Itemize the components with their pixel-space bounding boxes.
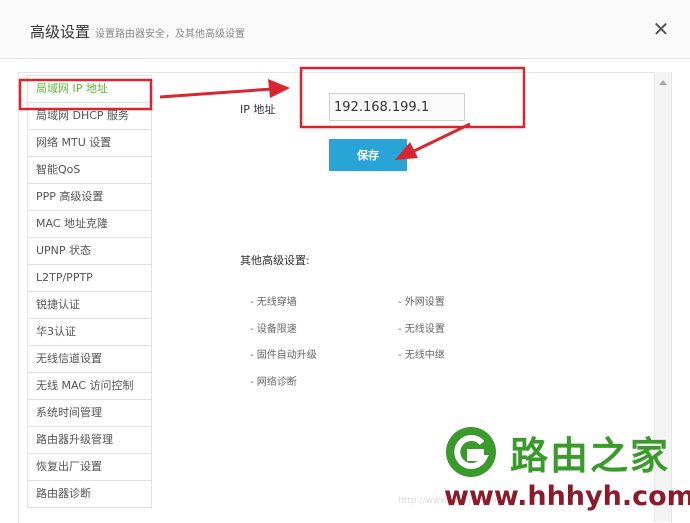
link-wireless-settings[interactable]: - 无线设置 [398,320,445,335]
sidebar-item-router-diagnosis[interactable]: 路由器诊断 [27,481,152,508]
sidebar-item-factory-reset[interactable]: 恢复出厂设置 [27,454,152,481]
save-button[interactable]: 保存 [329,139,407,171]
close-icon[interactable]: ✕ [650,18,672,40]
sidebar-item-qos[interactable]: 智能QoS [27,157,152,184]
sidebar-item-mtu[interactable]: 网络 MTU 设置 [27,130,152,157]
sidebar-item-upnp[interactable]: UPNP 状态 [27,238,152,265]
ip-address-label: IP 地址 [240,103,276,116]
link-firmware-auto-upgrade[interactable]: - 固件自动升级 [250,346,317,361]
sidebar-item-h3c-auth[interactable]: 华3认证 [27,319,152,346]
link-wireless-relay[interactable]: - 无线中继 [398,346,445,361]
dialog-subtitle: 设置路由器安全，及其他高级设置 [95,29,245,40]
link-device-limit[interactable]: - 设备限速 [250,320,297,335]
scroll-up-arrow-icon[interactable] [659,80,667,85]
link-wireless-wall[interactable]: - 无线穿墙 [250,293,297,308]
sidebar-item-lan-dhcp[interactable]: 局域网 DHCP 服务 [27,103,152,130]
ip-address-input[interactable] [329,93,465,121]
other-settings-title: 其他高级设置: [240,254,310,267]
sidebar-item-lan-ip[interactable]: 局域网 IP 地址 [27,75,152,103]
link-wan-settings[interactable]: - 外网设置 [398,293,445,308]
link-network-diagnosis[interactable]: - 网络诊断 [250,373,297,388]
dialog-header: 高级设置 设置路由器安全，及其他高级设置 ✕ [0,0,690,59]
sidebar-item-l2tp-pptp[interactable]: L2TP/PPTP [27,265,152,292]
sidebar-item-wireless-mac-acl[interactable]: 无线 MAC 访问控制 [27,373,152,400]
sidebar-item-mac-clone[interactable]: MAC 地址克隆 [27,211,152,238]
sidebar-item-wireless-channel[interactable]: 无线信道设置 [27,346,152,373]
sidebar-item-system-time[interactable]: 系统时间管理 [27,400,152,427]
sidebar-item-ruijie-auth[interactable]: 锐捷认证 [27,292,152,319]
sidebar-item-ppp[interactable]: PPP 高级设置 [27,184,152,211]
sidebar-menu: 局域网 IP 地址 局域网 DHCP 服务 网络 MTU 设置 智能QoS PP… [27,75,152,508]
scrollbar[interactable] [654,72,671,522]
sidebar-item-router-upgrade[interactable]: 路由器升级管理 [27,427,152,454]
dialog-title: 高级设置 [30,23,91,41]
